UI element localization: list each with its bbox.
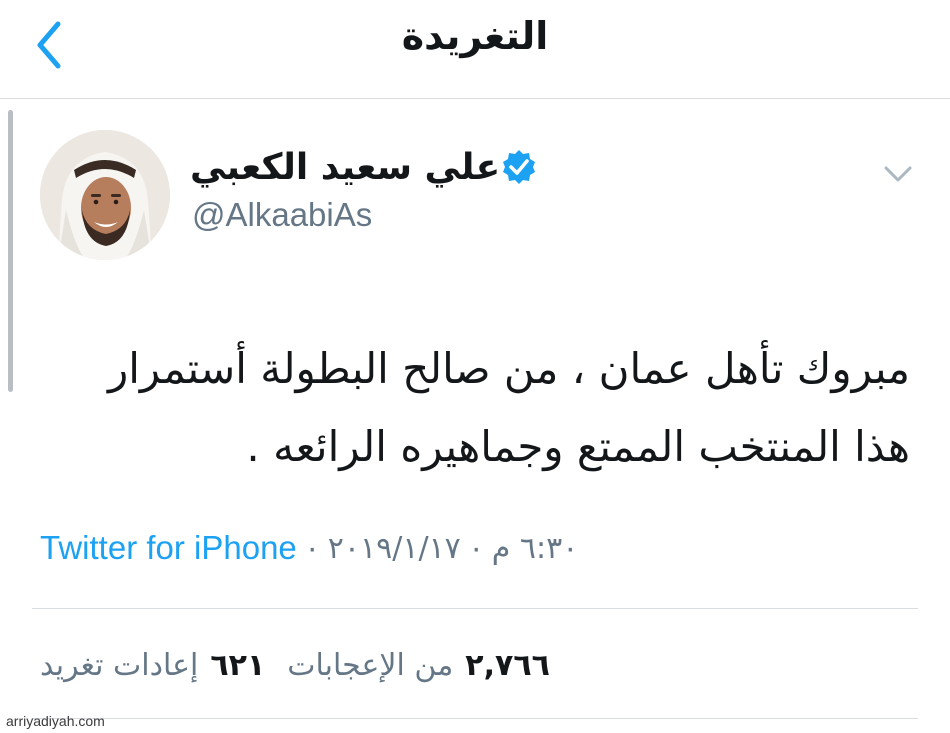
avatar[interactable]	[40, 130, 170, 260]
tweet-meta: Twitter for iPhone · ٢٠١٩/١/١٧ · ٦:٣٠ م	[40, 526, 578, 570]
likes-number: ٢,٧٦٦	[465, 647, 550, 683]
scroll-indicator	[8, 110, 13, 392]
retweets-label: إعادات تغريد	[40, 647, 199, 683]
meta-separator: ·	[470, 529, 482, 566]
engagement-counts: ٦٢١ إعادات تغريد ٢,٧٦٦ من الإعجابات	[40, 640, 550, 690]
meta-separator: ·	[306, 529, 318, 566]
tweet-time: ٦:٣٠ م	[491, 530, 579, 566]
divider	[32, 718, 918, 719]
watermark: arriyadiyah.com	[6, 713, 105, 729]
tweet-source-link[interactable]: Twitter for iPhone	[40, 529, 297, 567]
tweet-detail-screen: التغريدة علي سعيد الكعبي @AlkaabiAs مبرو…	[0, 0, 950, 733]
likes-label: من الإعجابات	[287, 647, 454, 683]
divider	[32, 608, 918, 609]
author-name[interactable]: علي سعيد الكعبي	[190, 147, 500, 188]
navigation-header: التغريدة	[0, 0, 950, 99]
author-handle[interactable]: @AlkaabiAs	[192, 196, 372, 234]
retweets-count[interactable]: ٦٢١ إعادات تغريد	[40, 648, 265, 683]
chevron-down-icon	[884, 166, 912, 182]
verified-badge-icon	[500, 148, 538, 186]
likes-count[interactable]: ٢,٧٦٦ من الإعجابات	[287, 648, 550, 683]
page-title: التغريدة	[401, 14, 549, 58]
tweet-text: مبروك تأهل عمان ، من صالح البطولة أستمرا…	[107, 344, 910, 471]
tweet-options-button[interactable]	[880, 160, 916, 188]
avatar-image	[40, 130, 170, 260]
retweets-number: ٦٢١	[210, 647, 266, 683]
author-name-row[interactable]: علي سعيد الكعبي	[190, 142, 548, 192]
tweet-date: ٢٠١٩/١/١٧	[327, 530, 461, 566]
